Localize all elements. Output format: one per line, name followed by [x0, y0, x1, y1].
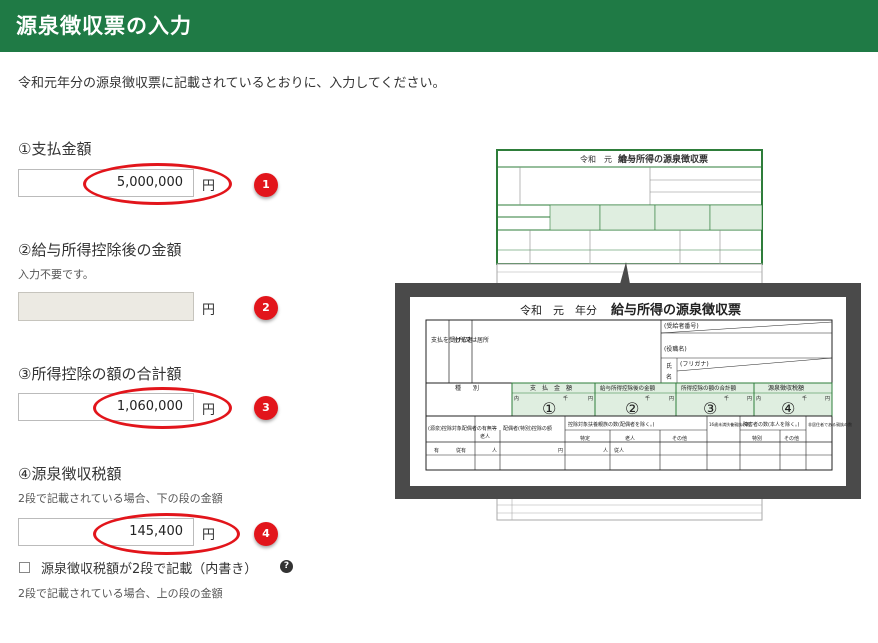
- position-label: (役職名): [664, 345, 687, 353]
- row2-special: 特別: [752, 435, 762, 442]
- row2-specific: 特定: [580, 435, 590, 442]
- col-payment: 支 払 金 額: [530, 384, 572, 392]
- marker-4: ④: [781, 399, 795, 418]
- row2-disabled-other: その他: [784, 435, 799, 442]
- col1-yen-unit: 円: [588, 396, 593, 402]
- col1-inner-unit: 内: [514, 395, 519, 402]
- row2-other: その他: [672, 435, 687, 442]
- marker-2: ②: [625, 399, 639, 418]
- id-label: (受給者番号): [664, 322, 699, 330]
- col2-sen-unit: 千: [645, 395, 650, 402]
- kana-label: (フリガナ): [680, 360, 709, 368]
- marker-1: ①: [542, 399, 556, 418]
- col-tax: 源泉徴収税額: [768, 384, 804, 392]
- address-label: 住所又は居所: [453, 336, 489, 344]
- col-type: 種 別: [455, 384, 479, 392]
- col-salary-after: 給与所得控除後の金額: [600, 384, 656, 392]
- row3-specific-person: 人: [603, 448, 608, 454]
- withholding-slip-illustration: 令和 元 年分 給与所得の源泉徴収票 令和 元 年分 給与所得の源泉徴収票 支払…: [395, 149, 861, 521]
- row2-dependents-elderly: 老人: [625, 435, 635, 442]
- col1-sen-unit: 千: [563, 395, 568, 402]
- name-label-1: 氏: [666, 362, 672, 370]
- row2-disabled: 障害者の数(本人を除く。): [743, 421, 799, 428]
- col3-sen-unit: 千: [724, 395, 729, 402]
- marker-3: ③: [703, 399, 717, 418]
- row2-elderly: 老人: [480, 433, 490, 440]
- col4-yen-unit: 円: [825, 396, 830, 402]
- row2-spouse: (源泉)控除対象配偶者の有無等: [428, 425, 497, 432]
- row3-sub-yes: 従有: [456, 447, 466, 454]
- row2-dependents: 控除対象扶養親族の数(配偶者を除く。): [568, 421, 654, 428]
- small-title: 給与所得の源泉徴収票: [618, 153, 708, 165]
- row2-nonresident: 非居住者である親族の数: [808, 421, 852, 427]
- row2-spouse-deduction: 配偶者(特別)控除の額: [503, 425, 552, 432]
- col2-yen-unit: 円: [669, 396, 674, 402]
- col3-yen-unit: 円: [747, 396, 752, 402]
- row3-yes: 有: [434, 447, 439, 454]
- zoom-title: 給与所得の源泉徴収票: [611, 302, 741, 318]
- row3-inner-person: 従人: [614, 447, 624, 454]
- name-label-2: 名: [666, 373, 672, 381]
- slip-small-top: 令和 元 年分 給与所得の源泉徴収票: [496, 149, 763, 265]
- row3-yen: 円: [558, 448, 563, 454]
- col4-sen-unit: 千: [802, 395, 807, 402]
- row3-person: 人: [492, 448, 497, 454]
- zoom-year: 令和 元 年分: [520, 303, 597, 317]
- col-deductions: 所得控除の額の合計額: [681, 384, 737, 392]
- col4-inner-unit: 内: [756, 395, 761, 402]
